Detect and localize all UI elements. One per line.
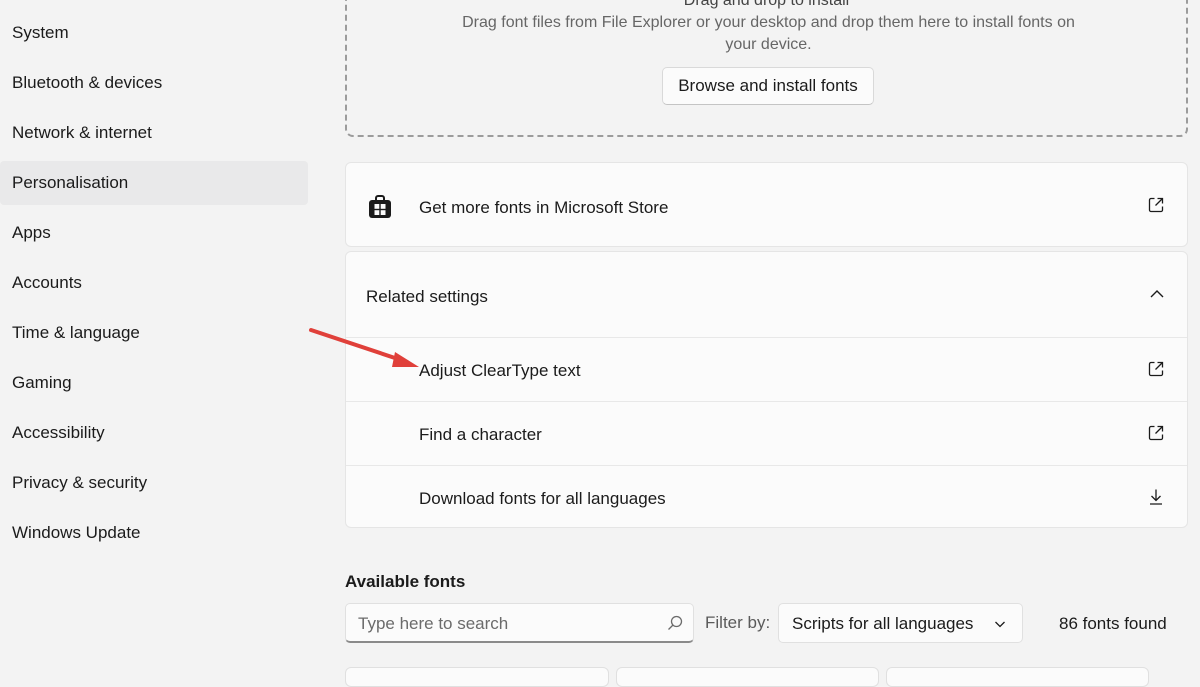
sidebar-item-gaming[interactable]: Gaming <box>0 361 308 405</box>
related-settings-card: Related settings Adjust ClearType text F… <box>345 251 1188 528</box>
find-a-character-link[interactable]: Find a character <box>346 402 1187 465</box>
sidebar-item-label: Time & language <box>12 323 140 342</box>
sidebar-item-privacy-security[interactable]: Privacy & security <box>0 461 308 505</box>
external-link-icon <box>1148 425 1164 441</box>
sidebar-item-label: Accounts <box>12 273 82 292</box>
external-link-icon <box>1148 197 1164 213</box>
search-placeholder: Type here to search <box>358 614 509 633</box>
related-settings-title: Related settings <box>366 287 488 306</box>
related-item-label: Adjust ClearType text <box>419 361 581 380</box>
annotation-arrow-icon <box>309 328 419 367</box>
microsoft-store-fonts-link[interactable]: Get more fonts in Microsoft Store <box>345 162 1188 247</box>
sidebar-item-apps[interactable]: Apps <box>0 211 308 255</box>
sidebar-item-label: Bluetooth & devices <box>12 73 163 92</box>
sidebar-item-label: Network & internet <box>12 123 152 142</box>
sidebar-item-label: Personalisation <box>12 173 129 192</box>
sidebar-item-label: Gaming <box>12 373 72 392</box>
adjust-cleartype-text-link[interactable]: Adjust ClearType text <box>346 338 1187 401</box>
sidebar-item-windows-update[interactable]: Windows Update <box>0 511 308 555</box>
browse-install-fonts-button[interactable]: Browse and install fonts <box>662 67 874 105</box>
sidebar-item-label: Windows Update <box>12 523 141 542</box>
sidebar-item-network-internet[interactable]: Network & internet <box>0 111 308 155</box>
sidebar-item-system[interactable]: System <box>0 11 308 55</box>
filter-by-label: Filter by: <box>705 613 771 632</box>
available-fonts-heading: Available fonts <box>345 572 466 591</box>
font-tile[interactable] <box>616 667 879 687</box>
drop-zone-title: Drag and drop to install <box>683 0 850 9</box>
sidebar-item-bluetooth-devices[interactable]: Bluetooth & devices <box>0 61 308 105</box>
sidebar-nav: System Bluetooth & devices Network & int… <box>0 0 308 675</box>
sidebar-item-label: Accessibility <box>12 423 105 442</box>
search-icon <box>668 615 683 630</box>
font-drop-zone[interactable]: Drag and drop to install Drag font files… <box>345 0 1188 137</box>
related-item-label: Find a character <box>419 425 542 444</box>
sidebar-item-label: System <box>12 23 69 42</box>
font-search-input[interactable]: Type here to search <box>345 603 694 643</box>
sidebar-item-label: Privacy & security <box>12 473 148 492</box>
sidebar-item-time-language[interactable]: Time & language <box>0 311 308 355</box>
chevron-down-icon <box>995 621 1005 628</box>
sidebar-item-personalisation[interactable]: Personalisation <box>0 161 308 205</box>
related-settings-header[interactable]: Related settings <box>346 252 1187 337</box>
chevron-up-icon <box>1150 290 1164 298</box>
fonts-page: Drag and drop to install Drag font files… <box>345 0 1188 687</box>
font-tile[interactable] <box>345 667 609 687</box>
external-link-icon <box>1148 361 1164 377</box>
filter-selected-value: Scripts for all languages <box>792 614 974 633</box>
download-fonts-all-languages-link[interactable]: Download fonts for all languages <box>346 466 1187 529</box>
sidebar-item-accounts[interactable]: Accounts <box>0 261 308 305</box>
store-icon <box>369 195 391 218</box>
sidebar-item-accessibility[interactable]: Accessibility <box>0 411 308 455</box>
related-item-label: Download fonts for all languages <box>419 489 666 508</box>
drop-zone-description: Drag font files from File Explorer or yo… <box>462 14 1075 53</box>
fonts-found-count: 86 fonts found <box>1059 614 1167 633</box>
sidebar-item-label: Apps <box>12 223 51 242</box>
store-link-label: Get more fonts in Microsoft Store <box>419 198 669 217</box>
filter-scripts-dropdown[interactable]: Scripts for all languages <box>778 603 1023 643</box>
download-icon <box>1150 489 1162 505</box>
font-tile[interactable] <box>886 667 1149 687</box>
